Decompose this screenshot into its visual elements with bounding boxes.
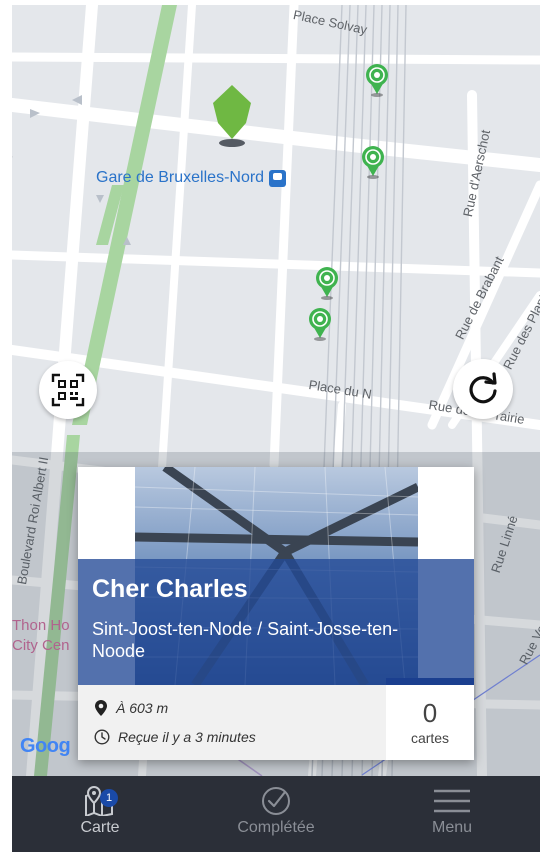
train-icon bbox=[269, 169, 287, 187]
location-pin-icon bbox=[95, 700, 107, 716]
nav-label: Complétée bbox=[237, 819, 315, 836]
nav-item-menu[interactable]: Menu bbox=[364, 776, 540, 852]
card-location-marker[interactable] bbox=[307, 307, 333, 341]
card-location-marker[interactable] bbox=[314, 266, 340, 300]
refresh-icon bbox=[469, 372, 497, 404]
card-count-label: cartes bbox=[410, 730, 450, 746]
nav-label: Menu bbox=[431, 819, 473, 836]
station-label: Gare de Bruxelles-Nord bbox=[96, 169, 287, 187]
refresh-button[interactable] bbox=[453, 359, 513, 419]
check-circle-icon bbox=[262, 787, 290, 815]
card-count-value: 0 bbox=[422, 698, 438, 728]
card-count: 0 cartes bbox=[386, 685, 474, 760]
received-text: Reçue il y a 3 minutes bbox=[118, 729, 256, 745]
notification-badge: 1 bbox=[100, 789, 118, 807]
google-logo: Goog bbox=[20, 735, 71, 757]
accent-strip bbox=[386, 678, 474, 685]
qr-scan-button[interactable] bbox=[39, 361, 97, 419]
station-name: Gare de Bruxelles-Nord bbox=[96, 169, 265, 186]
card-location-marker[interactable] bbox=[364, 63, 390, 97]
bottom-nav: 1 Carte Complétée Menu bbox=[12, 776, 540, 852]
postcard-card[interactable]: Cher Charles Sint-Joost-ten-Node / Saint… bbox=[78, 467, 474, 760]
distance-text: À 603 m bbox=[116, 700, 169, 716]
nav-label: Carte bbox=[80, 819, 120, 836]
hamburger-icon bbox=[434, 789, 470, 813]
card-title: Cher Charles bbox=[92, 575, 248, 603]
card-subtitle: Sint-Joost-ten-Node / Saint-Josse-ten-No… bbox=[92, 619, 399, 661]
nav-item-completee[interactable]: Complétée bbox=[188, 776, 364, 852]
qr-code-icon bbox=[51, 373, 85, 407]
received-row: Reçue il y a 3 minutes bbox=[94, 729, 256, 745]
nav-item-carte[interactable]: 1 Carte bbox=[12, 776, 188, 852]
distance-row: À 603 m bbox=[94, 699, 168, 717]
clock-icon bbox=[94, 729, 110, 745]
app-screen: Place Solvay Rue d'Aerschot Rue de Braba… bbox=[12, 5, 540, 852]
card-info: À 603 m Reçue il y a 3 minutes bbox=[78, 685, 386, 760]
user-location-pin bbox=[213, 85, 251, 147]
card-location-marker[interactable] bbox=[360, 145, 386, 179]
